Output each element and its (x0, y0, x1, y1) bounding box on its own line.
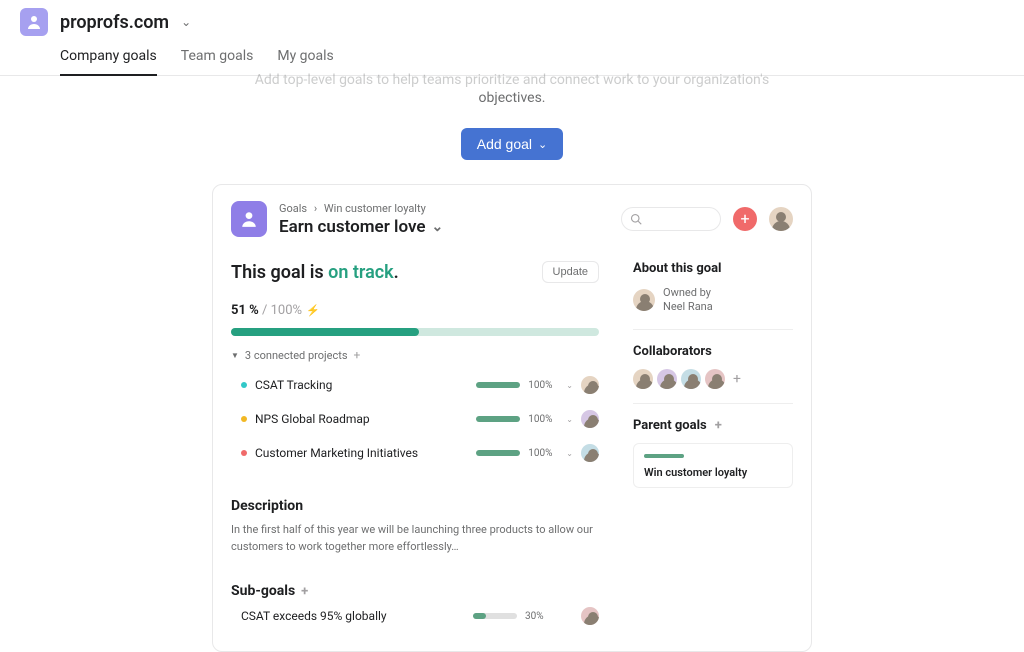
caret-down-icon: ⌄ (566, 415, 573, 424)
status-value: on track (328, 262, 394, 283)
progress-bar (231, 328, 599, 336)
add-goal-button[interactable]: Add goal ⌄ (461, 128, 564, 160)
chevron-down-icon[interactable]: ⌄ (432, 219, 444, 235)
project-dot (241, 416, 247, 422)
search-icon (630, 213, 642, 225)
collaborator-avatar[interactable] (657, 369, 677, 389)
chevron-down-icon[interactable]: ⌄ (181, 15, 191, 29)
owned-by-label: Owned by (663, 286, 713, 300)
owner-avatar[interactable] (633, 289, 655, 311)
bolt-icon: ⚡ (306, 304, 320, 317)
mini-progress-bar (476, 416, 520, 422)
breadcrumb-separator-icon: › (314, 202, 317, 215)
progress-label: 51 % / 100%⚡ (231, 303, 599, 318)
collaborators-heading: Collaborators (633, 344, 793, 359)
collaborator-avatar[interactable] (681, 369, 701, 389)
add-subgoal-button[interactable]: + (301, 584, 308, 599)
connected-projects-label: 3 connected projects (245, 349, 348, 362)
topbar: proprofs.com ⌄ (0, 0, 1024, 36)
project-dot (241, 450, 247, 456)
owner-row: Owned by Neel Rana (633, 286, 793, 315)
parent-goal-progress (644, 454, 684, 458)
add-collaborator-button[interactable]: + (733, 371, 741, 387)
chevron-down-icon: ⌄ (538, 138, 547, 151)
goal-icon (231, 201, 267, 237)
project-owner-avatar (581, 410, 599, 428)
subgoal-name: CSAT exceeds 95% globally (241, 609, 465, 623)
goal-status-text: This goal is on track. (231, 262, 399, 283)
project-row[interactable]: Customer Marketing Initiatives 100% ⌄ (231, 436, 599, 470)
mini-progress-bar (476, 450, 520, 456)
project-pct: 100% (528, 380, 558, 391)
mini-progress-bar (476, 382, 520, 388)
add-button[interactable]: + (733, 207, 757, 231)
project-name: Customer Marketing Initiatives (255, 446, 468, 460)
project-owner-avatar (581, 444, 599, 462)
subgoal-pct: 30% (525, 611, 555, 622)
divider (633, 329, 793, 330)
parent-goal-card[interactable]: Win customer loyalty (633, 443, 793, 488)
add-goal-label: Add goal (477, 136, 532, 152)
mini-progress-bar (473, 613, 517, 619)
project-pct: 100% (528, 414, 558, 425)
hero-line-1: Add top-level goals to help teams priori… (40, 72, 984, 88)
goal-title: Earn customer love (279, 217, 426, 237)
add-project-button[interactable]: + (354, 348, 361, 362)
project-list: CSAT Tracking 100% ⌄ NPS Global Roadmap … (231, 368, 599, 470)
subgoal-row[interactable]: CSAT exceeds 95% globally 30% (231, 599, 599, 633)
subgoals-heading: Sub-goals (231, 583, 295, 599)
description-heading: Description (231, 498, 599, 514)
caret-down-icon: ⌄ (566, 449, 573, 458)
project-name: CSAT Tracking (255, 378, 468, 392)
breadcrumb: Goals › Win customer loyalty (279, 202, 443, 215)
tab-company-goals[interactable]: Company goals (60, 42, 157, 76)
subgoal-owner-avatar (581, 607, 599, 625)
description-body: In the first half of this year we will b… (231, 522, 599, 555)
empty-state-text: Add top-level goals to help teams priori… (0, 72, 1024, 106)
breadcrumb-root[interactable]: Goals (279, 202, 307, 215)
tab-my-goals[interactable]: My goals (277, 42, 333, 75)
parent-goal-name: Win customer loyalty (644, 466, 782, 479)
org-avatar (20, 8, 48, 36)
caret-down-icon[interactable]: ▼ (231, 351, 239, 360)
project-owner-avatar (581, 376, 599, 394)
project-row[interactable]: CSAT Tracking 100% ⌄ (231, 368, 599, 402)
collaborators-row: + (633, 369, 793, 389)
hero-line-2: objectives. (40, 90, 984, 106)
caret-down-icon: ⌄ (566, 381, 573, 390)
owner-name: Neel Rana (663, 300, 713, 314)
breadcrumb-parent[interactable]: Win customer loyalty (324, 202, 426, 215)
goal-detail-card: Goals › Win customer loyalty Earn custom… (212, 184, 812, 652)
collaborator-avatar[interactable] (633, 369, 653, 389)
update-button[interactable]: Update (542, 261, 599, 283)
project-dot (241, 382, 247, 388)
add-parent-goal-button[interactable]: + (715, 418, 722, 433)
project-pct: 100% (528, 448, 558, 459)
org-name: proprofs.com (60, 12, 169, 33)
parent-goals-heading: Parent goals (633, 418, 707, 433)
project-row[interactable]: NPS Global Roadmap 100% ⌄ (231, 402, 599, 436)
project-name: NPS Global Roadmap (255, 412, 468, 426)
goal-sidebar: About this goal Owned by Neel Rana Colla… (633, 261, 793, 633)
current-user-avatar[interactable] (769, 207, 793, 231)
about-heading: About this goal (633, 261, 793, 276)
collaborator-avatar[interactable] (705, 369, 725, 389)
progress-percent: 51 % (231, 303, 259, 318)
goal-main-column: This goal is on track. Update 51 % / 100… (231, 261, 599, 633)
progress-bar-fill (231, 328, 419, 336)
tab-team-goals[interactable]: Team goals (181, 42, 254, 75)
goal-scope-tabs: Company goals Team goals My goals (0, 36, 1024, 76)
search-input[interactable] (621, 207, 721, 231)
divider (633, 403, 793, 404)
